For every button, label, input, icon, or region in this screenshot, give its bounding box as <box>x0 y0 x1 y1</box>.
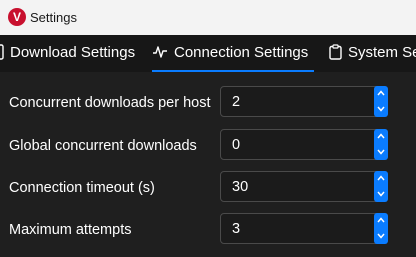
tab-label: System Set <box>348 44 416 61</box>
spin-buttons <box>374 129 388 160</box>
stepper-value[interactable]: 3 <box>232 221 240 237</box>
setting-row-connection-timeout: Connection timeout (s) 30 <box>0 171 416 204</box>
chevron-up-icon <box>377 217 385 223</box>
increment-button[interactable] <box>374 86 388 101</box>
chevron-down-icon <box>377 233 385 239</box>
activity-icon <box>153 45 167 58</box>
clipboard-icon <box>329 43 342 60</box>
tab-download-settings[interactable]: Download Settings <box>0 35 135 72</box>
download-icon <box>0 43 4 60</box>
chevron-up-icon <box>377 90 385 96</box>
tab-label: Connection Settings <box>174 44 309 61</box>
concurrent-per-host-stepper[interactable]: 2 <box>220 86 388 117</box>
setting-row-maximum-attempts: Maximum attempts 3 <box>0 213 416 246</box>
spin-buttons <box>374 86 388 117</box>
spin-buttons <box>374 171 388 202</box>
stepper-value[interactable]: 0 <box>232 137 240 153</box>
chevron-up-icon <box>377 133 385 139</box>
setting-label: Connection timeout (s) <box>9 180 155 196</box>
decrement-button[interactable] <box>374 187 388 202</box>
setting-row-concurrent-per-host: Concurrent downloads per host 2 <box>0 86 416 119</box>
connection-timeout-stepper[interactable]: 30 <box>220 171 388 202</box>
stepper-value[interactable]: 2 <box>232 94 240 110</box>
chevron-down-icon <box>377 106 385 112</box>
tab-bar: Download Settings Connection Settings Sy… <box>0 35 416 72</box>
tab-label: Download Settings <box>10 44 136 61</box>
maximum-attempts-stepper[interactable]: 3 <box>220 213 388 244</box>
chevron-down-icon <box>377 191 385 197</box>
title-bar: V Settings <box>0 0 416 35</box>
increment-button[interactable] <box>374 213 388 228</box>
chevron-down-icon <box>377 149 385 155</box>
setting-label: Maximum attempts <box>9 222 132 238</box>
tab-system-settings[interactable]: System Set <box>329 35 416 72</box>
window-title: Settings <box>30 10 77 25</box>
decrement-button[interactable] <box>374 145 388 160</box>
decrement-button[interactable] <box>374 229 388 244</box>
tab-connection-settings[interactable]: Connection Settings <box>152 35 314 72</box>
setting-label: Global concurrent downloads <box>9 138 197 154</box>
increment-button[interactable] <box>374 129 388 144</box>
setting-label: Concurrent downloads per host <box>9 95 211 111</box>
global-concurrent-stepper[interactable]: 0 <box>220 129 388 160</box>
app-logo-icon: V <box>8 8 26 26</box>
decrement-button[interactable] <box>374 102 388 117</box>
stepper-value[interactable]: 30 <box>232 179 248 195</box>
increment-button[interactable] <box>374 171 388 186</box>
setting-row-global-concurrent: Global concurrent downloads 0 <box>0 129 416 162</box>
chevron-up-icon <box>377 175 385 181</box>
spin-buttons <box>374 213 388 244</box>
